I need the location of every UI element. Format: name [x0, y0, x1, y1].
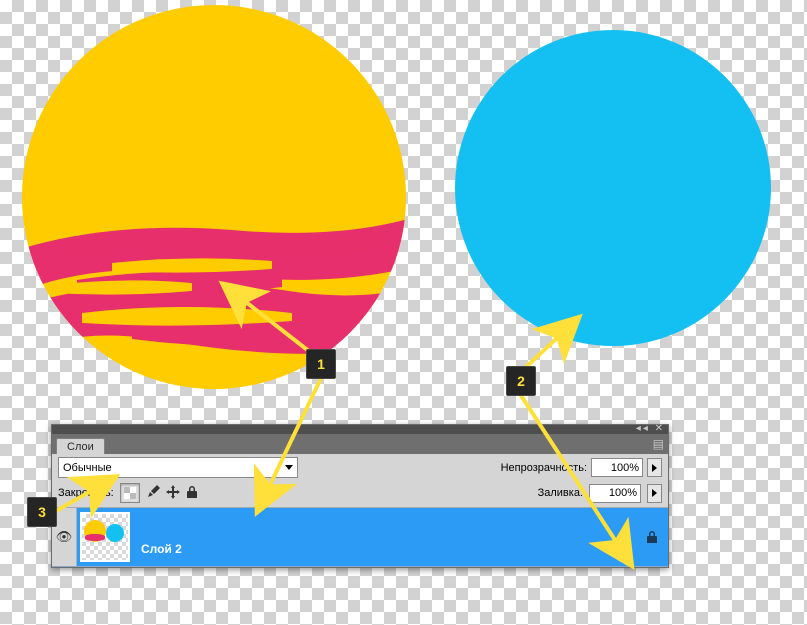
callout-2: 2 — [506, 366, 536, 396]
callout-arrows — [0, 0, 807, 625]
callout-3-label: 3 — [38, 504, 46, 520]
callout-3: 3 — [27, 497, 57, 527]
callout-1: 1 — [306, 349, 336, 379]
callout-1-label: 1 — [317, 356, 325, 372]
callout-2-label: 2 — [517, 373, 525, 389]
